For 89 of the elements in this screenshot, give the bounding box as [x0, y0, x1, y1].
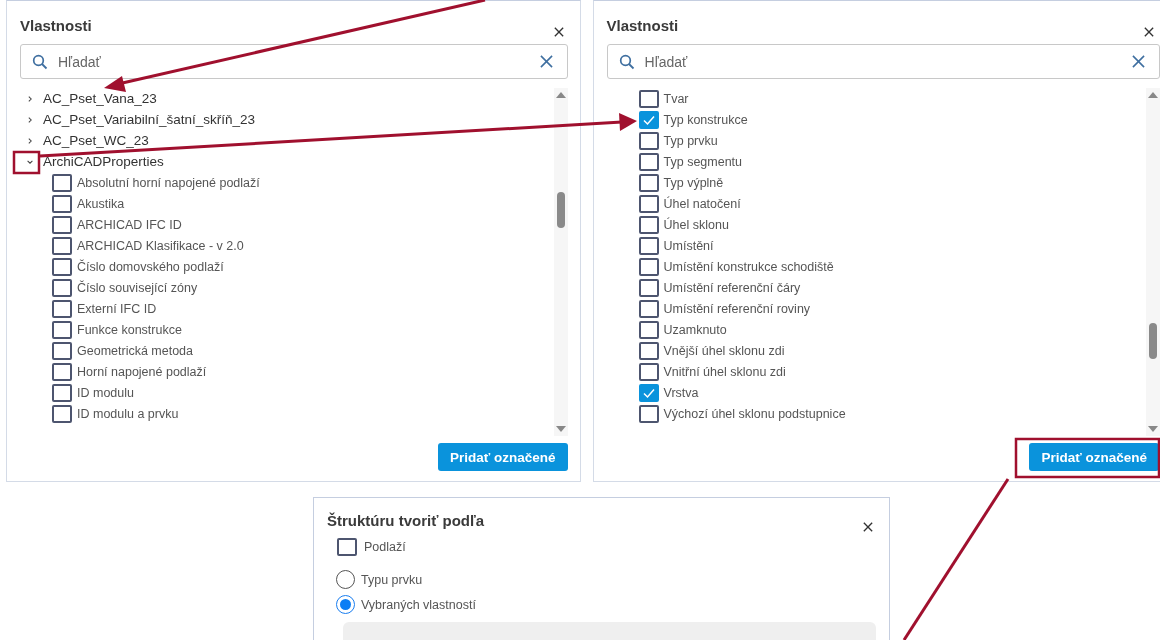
option-label: Horní napojené podlaží	[77, 364, 207, 379]
option-label: Absolutní horní napojené podlaží	[77, 175, 260, 190]
option-label: Číslo domovského podlaží	[77, 259, 224, 274]
scroll-down-icon[interactable]	[1148, 426, 1158, 432]
checkbox[interactable]	[638, 320, 659, 339]
option-label: ARCHICAD IFC ID	[77, 217, 182, 232]
checkbox[interactable]	[52, 278, 72, 297]
clear-icon[interactable]	[539, 55, 553, 68]
close-icon[interactable]	[553, 27, 564, 37]
checkbox[interactable]	[638, 89, 659, 108]
checkbox[interactable]	[638, 278, 659, 297]
option-label: Číslo související zóny	[77, 280, 198, 295]
panel-title: Štruktúru tvoriť podľa	[327, 512, 485, 529]
checkbox[interactable]	[52, 215, 72, 234]
checkbox[interactable]	[638, 152, 659, 171]
checkbox[interactable]	[638, 383, 659, 402]
option-label: Funkce konstrukce	[77, 322, 182, 337]
checkbox[interactable]	[638, 131, 659, 150]
checkbox[interactable]	[638, 173, 659, 192]
option-label: Typ výplně	[663, 175, 724, 190]
checkbox[interactable]	[52, 194, 72, 213]
scrollbar[interactable]	[1146, 88, 1160, 436]
scroll-up-icon[interactable]	[555, 92, 566, 98]
option-label: Vnější úhel sklonu zdi	[663, 343, 785, 358]
option-label: Typ segmentu	[663, 154, 743, 169]
scroll-thumb[interactable]	[1149, 323, 1157, 359]
option-label: Akustika	[77, 196, 125, 211]
checkbox[interactable]	[52, 173, 72, 192]
scrollbar[interactable]	[553, 88, 568, 436]
option-label: Uzamknuto	[663, 322, 727, 337]
checkbox[interactable]	[52, 383, 72, 402]
checkbox[interactable]	[638, 215, 659, 234]
panel-title: Vlastnosti	[606, 17, 679, 34]
group-row[interactable]: AC_Pset_Vana_23	[20, 88, 554, 109]
group-row[interactable]: AC_Pset_WC_23	[20, 130, 554, 151]
search-bar[interactable]: Hľadať	[606, 44, 1160, 79]
panel-title: Vlastnosti	[20, 17, 92, 34]
checkbox[interactable]	[52, 320, 72, 339]
checkbox[interactable]	[52, 299, 72, 318]
option-label: Typ konstrukce	[663, 112, 748, 127]
checkbox[interactable]	[52, 236, 72, 255]
search-bar[interactable]: Hľadať	[20, 44, 568, 79]
checkbox[interactable]	[638, 236, 659, 255]
scroll-down-icon[interactable]	[555, 426, 566, 432]
checkbox[interactable]	[638, 362, 659, 381]
checkbox[interactable]	[52, 341, 72, 360]
radio-button[interactable]	[336, 570, 355, 589]
group-row[interactable]: AC_Pset_Variabilní_šatní_skříň_23	[20, 109, 554, 130]
option-label: Výchozí úhel sklonu podstupnice	[663, 406, 846, 421]
search-field[interactable]: Hľadať	[58, 53, 530, 70]
clear-icon[interactable]	[1132, 55, 1145, 68]
option-label: Umístění	[663, 238, 714, 253]
option-label: ARCHICAD Klasifikace - v 2.0	[77, 238, 244, 253]
checkbox[interactable]	[52, 257, 72, 276]
option-label: Umístění konstrukce schodiště	[663, 259, 834, 274]
checkbox[interactable]	[52, 404, 72, 423]
search-icon	[618, 53, 635, 70]
radio-button[interactable]	[336, 595, 355, 614]
scroll-thumb[interactable]	[556, 192, 565, 228]
highlight-frame	[12, 150, 41, 175]
option-label: Geometrická metoda	[77, 343, 194, 358]
option-label: Podlaží	[364, 540, 406, 554]
option-label: Tvar	[663, 91, 689, 106]
checkbox[interactable]	[337, 538, 357, 556]
option-label: Vnitřní úhel sklonu zdi	[663, 364, 786, 379]
checkbox[interactable]	[638, 194, 659, 213]
option-label: Umístění referenční roviny	[663, 301, 811, 316]
checkbox[interactable]	[638, 404, 659, 423]
search-icon	[32, 53, 48, 70]
checkbox[interactable]	[638, 110, 659, 129]
option-label: Typ prvku	[663, 133, 718, 148]
close-icon[interactable]	[1144, 27, 1154, 37]
checkbox[interactable]	[52, 362, 72, 381]
option-label: Typu prvku	[361, 572, 423, 587]
option-label: Úhel natočení	[663, 196, 741, 211]
option-label: ID modulu	[77, 385, 134, 400]
checkbox[interactable]	[638, 257, 659, 276]
close-icon[interactable]	[863, 522, 873, 532]
group-row[interactable]: ArchiCADProperties	[20, 151, 554, 172]
option-label: ID modulu a prvku	[77, 406, 179, 421]
checkbox[interactable]	[638, 341, 659, 360]
scroll-up-icon[interactable]	[1148, 92, 1158, 98]
option-label: Umístění referenční čáry	[663, 280, 801, 295]
option-label: Vrstva	[663, 385, 699, 400]
checkbox[interactable]	[638, 299, 659, 318]
search-field[interactable]: Hľadať	[644, 53, 1122, 70]
option-label: Externí IFC ID	[77, 301, 157, 316]
option-label: Úhel sklonu	[663, 217, 729, 232]
option-label: Vybraných vlastností	[361, 597, 476, 612]
